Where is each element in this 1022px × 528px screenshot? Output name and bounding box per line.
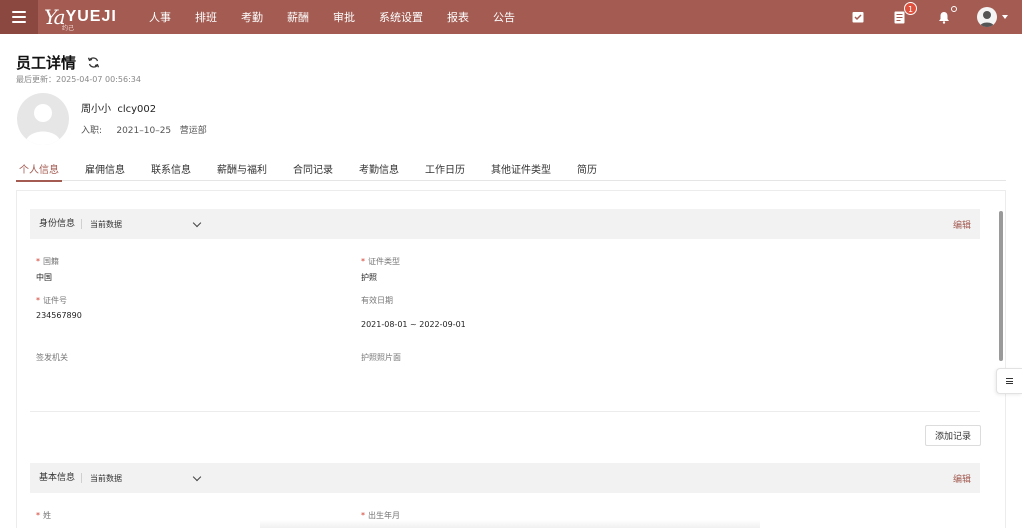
tab-personal-info[interactable]: 个人信息: [16, 161, 62, 182]
checklist-icon[interactable]: [849, 8, 867, 26]
tab-employment-info[interactable]: 雇佣信息: [82, 161, 128, 181]
tab-attendance[interactable]: 考勤信息: [356, 161, 402, 181]
issuer-label: 签发机关: [36, 353, 68, 362]
main-nav: 人事 排班 考勤 薪酬 审批 系统设置 报表 公告: [149, 9, 539, 25]
identity-section-title: 身份信息: [39, 219, 83, 229]
basic-section-title: 基本信息: [39, 473, 83, 483]
tasks-badge: 1: [904, 2, 917, 15]
notification-dot: [951, 6, 957, 12]
menu-toggle-button[interactable]: [0, 0, 38, 34]
employee-avatar: [17, 93, 69, 145]
bottom-fade: [260, 520, 760, 528]
valid-date-label: 有效日期: [361, 296, 393, 305]
add-record-button[interactable]: 添加记录: [925, 425, 981, 446]
identity-edit-link[interactable]: 编辑: [953, 218, 971, 231]
top-navbar: Ya YUEJI 约己 人事 排班 考勤 薪酬 审批 系统设置 报表 公告 1: [0, 0, 1022, 34]
app-logo[interactable]: Ya YUEJI 约己: [38, 0, 138, 34]
surname-label: * 姓: [36, 511, 51, 520]
side-drawer-toggle[interactable]: [996, 368, 1022, 394]
page-title: 员工详情: [16, 54, 77, 72]
hamburger-icon: [12, 11, 26, 23]
nav-item-personnel[interactable]: 人事: [149, 9, 171, 25]
doc-number-label: * 证件号: [36, 296, 67, 305]
nav-item-reports[interactable]: 报表: [447, 9, 469, 25]
doc-type-label: * 证件类型: [361, 257, 400, 266]
user-menu[interactable]: [977, 7, 1008, 27]
tab-work-calendar[interactable]: 工作日历: [422, 161, 468, 181]
doc-number-value: 234567890: [36, 311, 82, 320]
list-icon: [1006, 378, 1013, 384]
basic-data-select[interactable]: 当前数据: [90, 472, 202, 484]
detail-tabs: 个人信息 雇佣信息 联系信息 薪酬与福利 合同记录 考勤信息 工作日历 其他证件…: [16, 161, 1006, 182]
tab-contracts[interactable]: 合同记录: [290, 161, 336, 181]
basic-section-header: 基本信息 当前数据 编辑: [30, 463, 980, 493]
section-divider: [30, 411, 980, 412]
nationality-label: * 国籍: [36, 257, 59, 266]
chevron-down-icon: [1002, 15, 1008, 19]
tab-other-documents[interactable]: 其他证件类型: [488, 161, 554, 181]
user-avatar: [977, 7, 997, 27]
nationality-value: 中国: [36, 273, 52, 282]
identity-select-value: 当前数据: [90, 219, 123, 229]
basic-edit-link[interactable]: 编辑: [953, 472, 971, 485]
chevron-down-icon: [192, 218, 202, 227]
employee-name: 周小小 clcy002: [81, 104, 157, 115]
logo-mark: Ya: [44, 5, 66, 29]
nav-item-approval[interactable]: 审批: [333, 9, 355, 25]
employee-meta: 入职: 2021–10–25 营运部: [81, 126, 207, 136]
nav-item-announcements[interactable]: 公告: [493, 9, 515, 25]
bell-icon[interactable]: [935, 6, 957, 26]
basic-select-value: 当前数据: [90, 473, 123, 483]
nav-item-scheduling[interactable]: 排班: [195, 9, 217, 25]
tab-resume[interactable]: 简历: [574, 161, 600, 181]
valid-date-value: 2021-08-01 ~ 2022-09-01: [361, 320, 466, 329]
nav-item-system-settings[interactable]: 系统设置: [379, 9, 423, 25]
refresh-icon[interactable]: [87, 56, 100, 72]
nav-item-attendance[interactable]: 考勤: [241, 9, 263, 25]
passport-photo-label: 护照照片面: [361, 353, 401, 362]
last-update-text: 最后更新：2025-04-07 00:56:34: [16, 75, 141, 84]
chevron-down-icon: [192, 472, 202, 481]
nav-item-payroll[interactable]: 薪酬: [287, 9, 309, 25]
identity-data-select[interactable]: 当前数据: [90, 218, 202, 230]
tasks-icon[interactable]: 1: [891, 2, 917, 26]
content-panel: 身份信息 当前数据 编辑 * 国籍 中国 * 证件类型 护照 * 证件号 234567…: [16, 190, 1006, 528]
doc-type-value: 护照: [361, 273, 377, 282]
topbar-actions: 1: [849, 0, 1022, 34]
tab-contact-info[interactable]: 联系信息: [148, 161, 194, 181]
logo-subtext: 约己: [62, 25, 75, 32]
scrollbar-thumb[interactable]: [999, 211, 1003, 361]
identity-section-header: 身份信息 当前数据 编辑: [30, 209, 980, 239]
tab-compensation[interactable]: 薪酬与福利: [214, 161, 270, 181]
